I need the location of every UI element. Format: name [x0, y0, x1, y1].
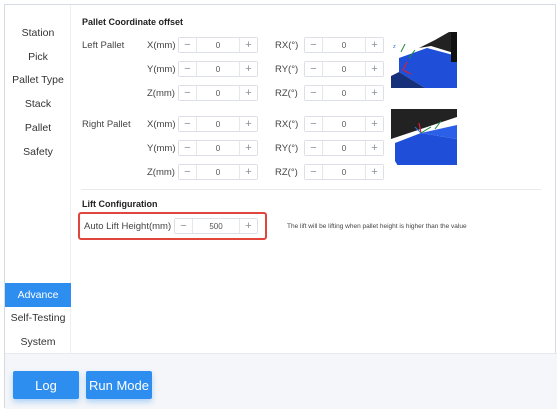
stepper-value[interactable]: 0	[197, 165, 239, 179]
decrement-button[interactable]: −	[179, 62, 197, 76]
sidebar-item-label: Advance	[17, 289, 59, 301]
stepper-value[interactable]: 0	[323, 86, 365, 100]
stepper-value[interactable]: 0	[197, 141, 239, 155]
right-x-stepper: − 0 +	[178, 116, 258, 132]
section-title-lift: Lift Configuration	[82, 199, 158, 209]
sidebar-item-label: Safety	[23, 146, 53, 158]
decrement-button[interactable]: −	[175, 219, 193, 233]
left-ry-label: RY(°)	[275, 64, 299, 75]
left-y-label: Y(mm)	[147, 64, 176, 75]
right-ry-label: RY(°)	[275, 143, 299, 154]
sidebar-item-pallet[interactable]: Pallet	[5, 116, 71, 140]
sidebar: Station Pick Pallet Type Stack Pallet Sa…	[5, 5, 71, 353]
right-rx-label: RX(°)	[275, 119, 299, 130]
left-z-label: Z(mm)	[147, 88, 175, 99]
decrement-button[interactable]: −	[305, 117, 323, 131]
sidebar-item-stack[interactable]: Stack	[5, 92, 71, 116]
right-rz-label: RZ(°)	[275, 167, 298, 178]
left-y-stepper: − 0 +	[178, 61, 258, 77]
sidebar-item-pallet-type[interactable]: Pallet Type	[5, 68, 71, 92]
sidebar-item-label: Pick	[28, 51, 48, 63]
increment-button[interactable]: +	[239, 62, 257, 76]
stepper-value[interactable]: 500	[193, 219, 239, 233]
svg-text:z: z	[393, 44, 396, 50]
decrement-button[interactable]: −	[179, 38, 197, 52]
increment-button[interactable]: +	[365, 62, 383, 76]
auto-lift-height-stepper: − 500 +	[174, 218, 258, 234]
stepper-value[interactable]: 0	[197, 117, 239, 131]
decrement-button[interactable]: −	[179, 141, 197, 155]
sidebar-item-pick[interactable]: Pick	[5, 45, 71, 69]
increment-button[interactable]: +	[365, 165, 383, 179]
stepper-value[interactable]: 0	[197, 38, 239, 52]
left-ry-stepper: − 0 +	[304, 61, 384, 77]
sidebar-item-system[interactable]: System	[5, 330, 71, 354]
sidebar-item-self-testing[interactable]: Self-Testing	[5, 306, 71, 330]
right-z-label: Z(mm)	[147, 167, 175, 178]
right-ry-stepper: − 0 +	[304, 140, 384, 156]
decrement-button[interactable]: −	[305, 165, 323, 179]
right-x-label: X(mm)	[147, 119, 176, 130]
stepper-value[interactable]: 0	[323, 62, 365, 76]
right-y-label: Y(mm)	[147, 143, 176, 154]
sidebar-item-label: Stack	[24, 98, 52, 110]
section-title-pallet-offset: Pallet Coordinate offset	[82, 17, 184, 27]
sidebar-item-label: System	[20, 336, 56, 348]
stepper-value[interactable]: 0	[323, 38, 365, 52]
section-divider	[81, 189, 541, 190]
stepper-value[interactable]: 0	[323, 165, 365, 179]
right-pallet-preview-image	[391, 109, 457, 165]
sidebar-item-safety[interactable]: Safety	[5, 140, 71, 164]
increment-button[interactable]: +	[365, 141, 383, 155]
right-rz-stepper: − 0 +	[304, 164, 384, 180]
stepper-value[interactable]: 0	[197, 86, 239, 100]
left-z-stepper: − 0 +	[178, 85, 258, 101]
sidebar-item-label: Pallet	[24, 122, 52, 134]
decrement-button[interactable]: −	[179, 117, 197, 131]
increment-button[interactable]: +	[239, 86, 257, 100]
decrement-button[interactable]: −	[305, 38, 323, 52]
run-mode-button[interactable]: Run Mode	[86, 371, 152, 399]
sidebar-item-label: Station	[21, 27, 55, 39]
auto-lift-height-label: Auto Lift Height(mm)	[84, 221, 172, 232]
left-rz-stepper: − 0 +	[304, 85, 384, 101]
right-rx-stepper: − 0 +	[304, 116, 384, 132]
increment-button[interactable]: +	[239, 165, 257, 179]
stepper-value[interactable]: 0	[323, 117, 365, 131]
decrement-button[interactable]: −	[179, 86, 197, 100]
sidebar-item-label: Self-Testing	[10, 312, 66, 324]
left-x-label: X(mm)	[147, 40, 176, 51]
stepper-value[interactable]: 0	[323, 141, 365, 155]
decrement-button[interactable]: −	[179, 165, 197, 179]
right-pallet-label: Right Pallet	[82, 119, 131, 130]
stepper-value[interactable]: 0	[197, 62, 239, 76]
decrement-button[interactable]: −	[305, 141, 323, 155]
left-pallet-label: Left Pallet	[82, 40, 125, 51]
left-x-stepper: − 0 +	[178, 37, 258, 53]
increment-button[interactable]: +	[239, 141, 257, 155]
left-rx-stepper: − 0 +	[304, 37, 384, 53]
right-y-stepper: − 0 +	[178, 140, 258, 156]
log-button[interactable]: Log	[13, 371, 79, 399]
left-rz-label: RZ(°)	[275, 88, 298, 99]
increment-button[interactable]: +	[239, 38, 257, 52]
increment-button[interactable]: +	[365, 86, 383, 100]
lift-hint-text: The lift will be lifting when pallet hei…	[287, 223, 467, 230]
increment-button[interactable]: +	[365, 38, 383, 52]
increment-button[interactable]: +	[239, 117, 257, 131]
increment-button[interactable]: +	[365, 117, 383, 131]
sidebar-item-label: Pallet Type	[12, 74, 64, 86]
footer-bar: Log Run Mode	[5, 353, 557, 409]
left-rx-label: RX(°)	[275, 40, 299, 51]
sidebar-item-station[interactable]: Station	[5, 21, 71, 45]
left-pallet-preview-image: z	[391, 32, 457, 88]
app-window: Station Pick Pallet Type Stack Pallet Sa…	[4, 4, 557, 409]
decrement-button[interactable]: −	[305, 62, 323, 76]
increment-button[interactable]: +	[239, 219, 257, 233]
sidebar-item-advance[interactable]: Advance	[5, 283, 71, 307]
right-z-stepper: − 0 +	[178, 164, 258, 180]
decrement-button[interactable]: −	[305, 86, 323, 100]
main-panel: Pallet Coordinate offset Left Pallet X(m…	[71, 5, 557, 353]
